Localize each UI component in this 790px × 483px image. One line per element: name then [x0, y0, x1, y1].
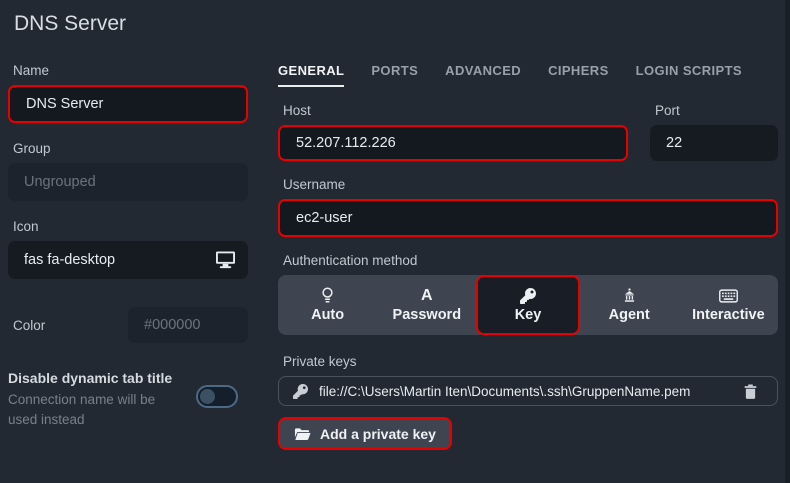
auth-option-label: Auto [311, 307, 344, 323]
add-private-key-label: Add a private key [320, 426, 436, 442]
auth-method-segmented-control: Auto A Password Key [278, 275, 778, 335]
dynamic-tab-title-label: Disable dynamic tab title [8, 370, 184, 386]
auth-option-auto[interactable]: Auto [278, 275, 377, 335]
name-field-group: Name [8, 63, 248, 123]
key-icon [293, 384, 308, 399]
username-field-group: Username [278, 177, 778, 237]
icon-label: Icon [13, 219, 248, 234]
dynamic-tab-title-toggle[interactable] [196, 385, 238, 408]
page-title: DNS Server [0, 0, 790, 36]
auth-option-interactive[interactable]: Interactive [679, 275, 778, 335]
connection-settings-panel: GENERAL PORTS ADVANCED CIPHERS LOGIN SCR… [278, 63, 782, 450]
dynamic-tab-title-setting: Disable dynamic tab title Connection nam… [8, 370, 248, 429]
settings-columns: Name Group Icon [0, 63, 790, 450]
ssh-profile-settings-window: DNS Server Name Group Icon [0, 0, 790, 483]
add-private-key-button[interactable]: Add a private key [278, 417, 452, 450]
left-panel: Name Group Icon [8, 63, 248, 450]
host-label: Host [283, 103, 628, 118]
auth-method-group: Authentication method Auto A P [278, 253, 778, 335]
letter-a-icon: A [421, 287, 433, 304]
color-label: Color [13, 318, 45, 333]
private-key-list-item: file://C:\Users\Martin Iten\Documents\.s… [278, 376, 778, 406]
group-field-group: Group [8, 141, 248, 201]
tab-general[interactable]: GENERAL [278, 63, 344, 87]
port-field-group: Port [650, 103, 778, 161]
icon-input[interactable] [8, 241, 248, 279]
color-field-group: Color [8, 307, 248, 343]
name-label: Name [13, 63, 248, 78]
group-label: Group [13, 141, 248, 156]
tab-ports[interactable]: PORTS [371, 63, 418, 87]
auth-option-label: Interactive [692, 307, 765, 323]
name-input[interactable] [8, 85, 248, 123]
auth-option-password[interactable]: A Password [377, 275, 476, 335]
host-port-row: Host Port [278, 103, 778, 161]
key-icon [520, 287, 536, 304]
username-label: Username [283, 177, 778, 192]
toggle-knob [200, 389, 215, 404]
tab-ciphers[interactable]: CIPHERS [548, 63, 609, 87]
auth-option-label: Key [515, 307, 542, 323]
auth-option-label: Agent [609, 307, 650, 323]
auth-option-label: Password [393, 307, 462, 323]
private-key-path: file://C:\Users\Martin Iten\Documents\.s… [319, 384, 727, 399]
delete-private-key-button[interactable] [738, 382, 763, 401]
lightbulb-icon [321, 287, 334, 304]
trash-icon [744, 384, 757, 399]
scrollbar[interactable] [785, 0, 790, 483]
keyboard-icon [719, 287, 738, 304]
auth-option-agent[interactable]: Agent [580, 275, 679, 335]
port-input[interactable] [650, 125, 778, 161]
port-label: Port [655, 103, 778, 118]
icon-field-group: Icon [8, 219, 248, 279]
color-input[interactable] [128, 307, 248, 343]
folder-open-icon [294, 427, 311, 441]
auth-option-key[interactable]: Key [476, 275, 579, 335]
username-input[interactable] [278, 199, 778, 237]
auth-method-label: Authentication method [283, 253, 778, 268]
host-field-group: Host [278, 103, 628, 161]
tab-login-scripts[interactable]: LOGIN SCRIPTS [636, 63, 742, 87]
agent-icon [622, 287, 637, 304]
dynamic-tab-title-text: Disable dynamic tab title Connection nam… [8, 370, 184, 429]
private-keys-label: Private keys [283, 354, 778, 369]
settings-tabs: GENERAL PORTS ADVANCED CIPHERS LOGIN SCR… [278, 63, 778, 87]
host-input[interactable] [278, 125, 628, 161]
dynamic-tab-title-description: Connection name will be used instead [8, 390, 184, 429]
private-keys-group: Private keys file://C:\Users\Martin Iten… [278, 354, 778, 450]
tab-advanced[interactable]: ADVANCED [445, 63, 521, 87]
group-input[interactable] [8, 163, 248, 201]
